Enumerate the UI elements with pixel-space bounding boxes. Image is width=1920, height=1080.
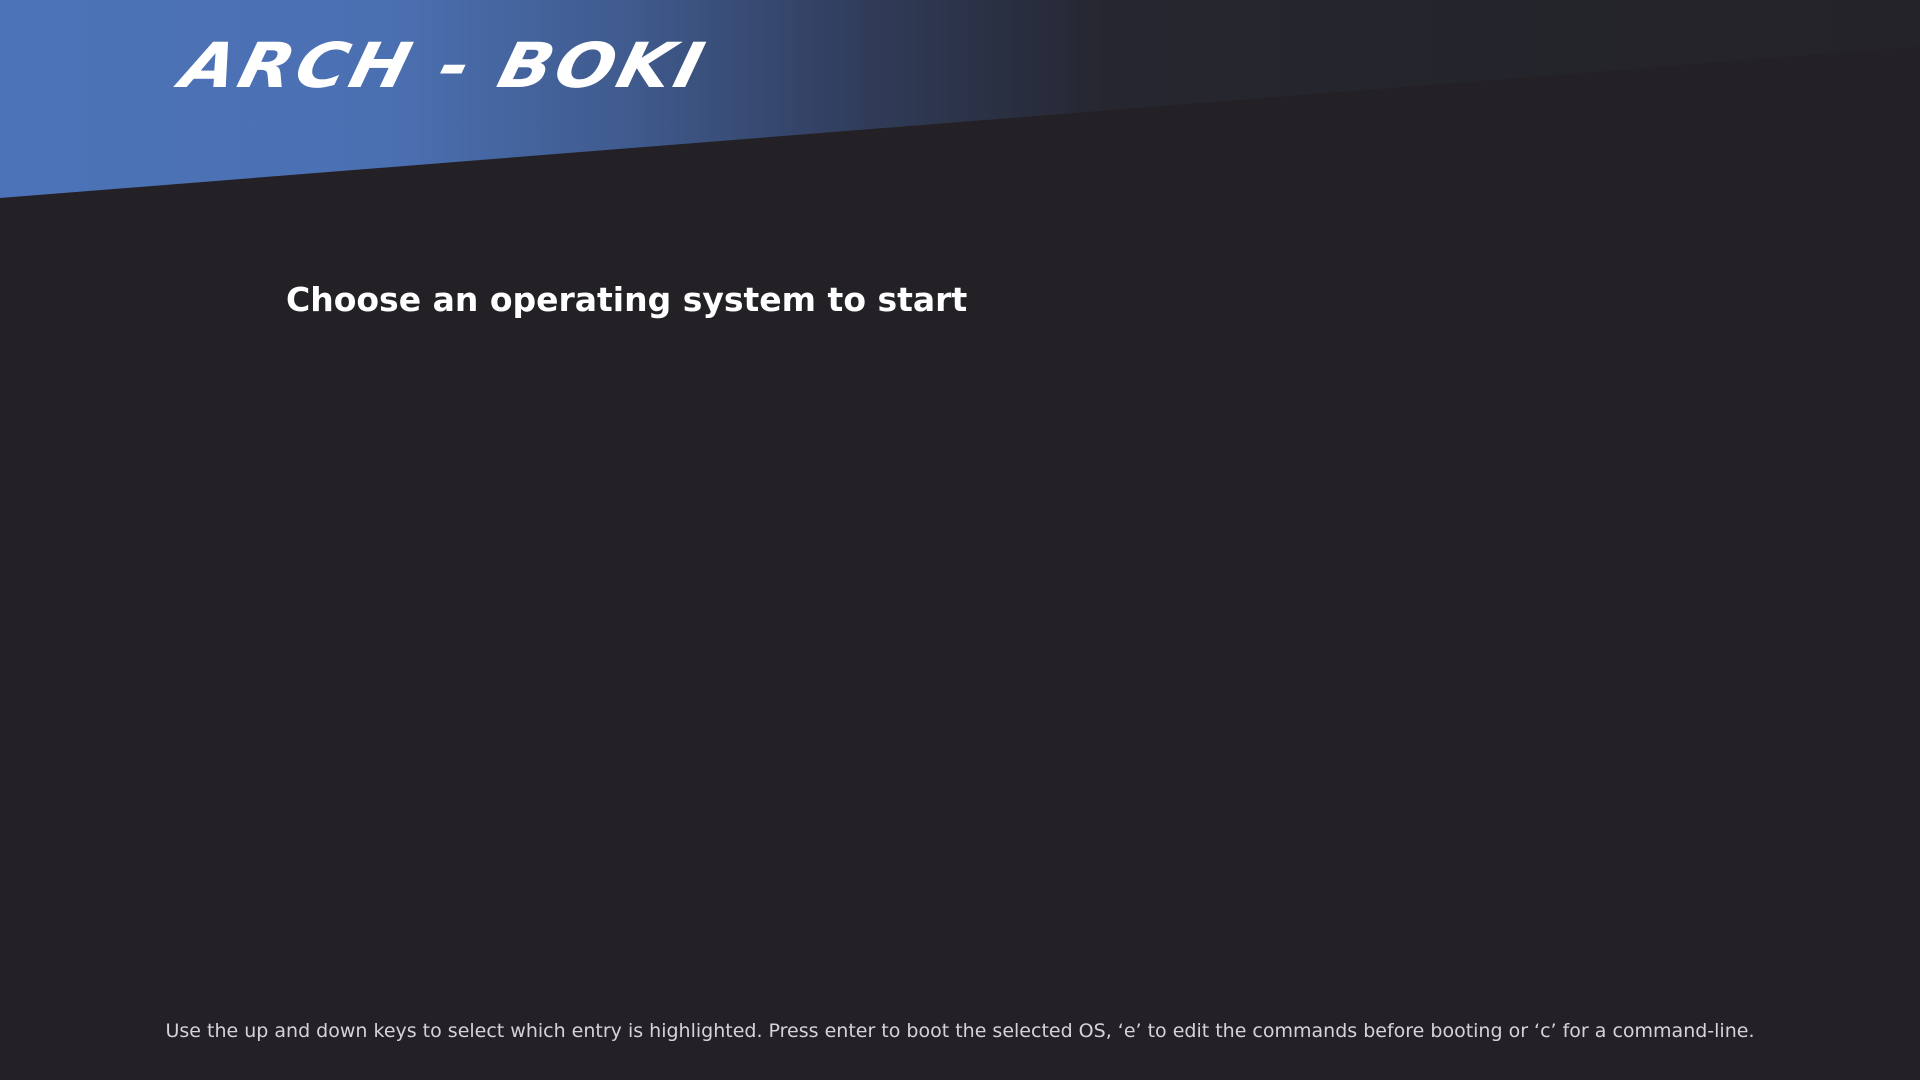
page-title: Choose an operating system to start <box>286 280 968 319</box>
boot-entry-list[interactable] <box>286 360 1634 960</box>
help-text: Use the up and down keys to select which… <box>165 1020 1755 1042</box>
boot-menu-screen: ARCH - BOKI Choose an operating system t… <box>0 0 1920 1080</box>
logo: ARCH - BOKI <box>174 29 715 102</box>
